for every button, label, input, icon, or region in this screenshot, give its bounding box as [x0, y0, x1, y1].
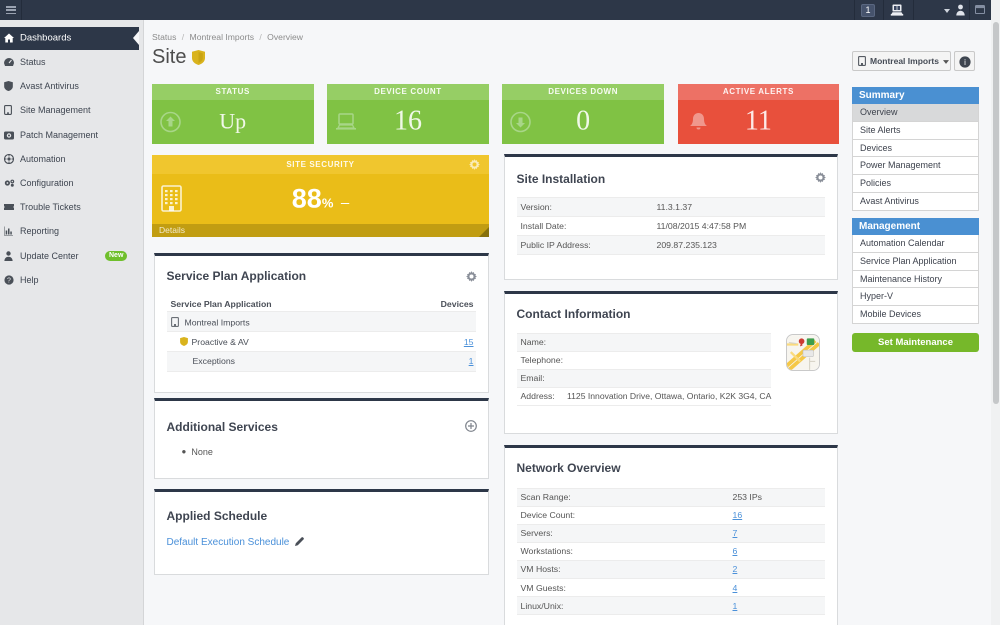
svg-text:i: i	[964, 57, 966, 66]
svg-text:?: ?	[7, 277, 11, 284]
